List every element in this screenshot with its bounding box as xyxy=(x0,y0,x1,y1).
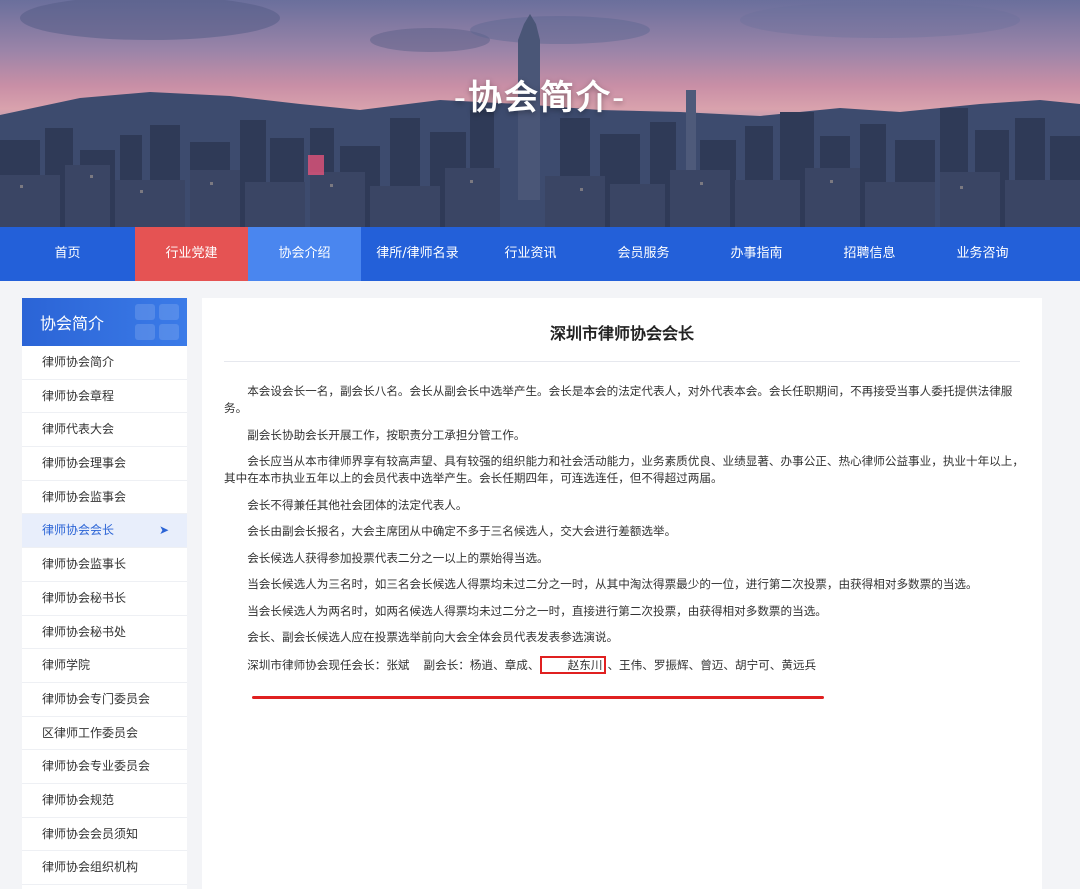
sidebar-item-secretary-general[interactable]: 律师协会秘书长 xyxy=(22,582,187,616)
banner-title: -协会简介- xyxy=(0,70,1080,119)
article-paragraph: 当会长候选人为三名时，如三名会长候选人得票均未过二分之一时，从其中淘汰得票最少的… xyxy=(247,577,978,591)
nav-item-guide[interactable]: 办事指南 xyxy=(700,227,813,281)
article-paragraph: 会长应当从本市律师界享有较高声望、具有较强的组织能力和社会活动能力，业务素质优良… xyxy=(224,454,1024,485)
sidebar-item-special-committees[interactable]: 律师协会专门委员会 xyxy=(22,683,187,717)
content-panel: 深圳市律师协会会长 本会设会长一名，副会长八名。会长从副会长中选举产生。会长是本… xyxy=(202,298,1042,889)
title-divider xyxy=(224,361,1020,362)
sidebar-item-intro[interactable]: 律师协会简介 xyxy=(22,346,187,380)
nav-item-consultation[interactable]: 业务咨询 xyxy=(926,227,1039,281)
sidebar-item-org-structure[interactable]: 律师协会组织机构 xyxy=(22,851,187,885)
sidebar-header-decoration xyxy=(135,304,181,340)
sidebar-item-regulations[interactable]: 律师协会规范 xyxy=(22,784,187,818)
article-paragraph: 会长由副会长报名，大会主席团从中确定不多于三名候选人，交大会进行差额选举。 xyxy=(247,524,677,538)
sidebar-item-congress[interactable]: 律师代表大会 xyxy=(22,413,187,448)
nav-item-home[interactable]: 首页 xyxy=(0,227,135,281)
article-paragraph: 会长候选人获得参加投票代表二分之一以上的票始得当选。 xyxy=(247,550,549,565)
sidebar-item-professional-committees[interactable]: 律师协会专业委员会 xyxy=(22,750,187,784)
nav-item-member-services[interactable]: 会员服务 xyxy=(587,227,700,281)
chevron-right-icon: ➤ xyxy=(158,523,169,538)
sidebar-title: 协会简介 xyxy=(40,314,105,333)
president-label: 深圳市律师协会现任会长：张斌 xyxy=(247,657,410,672)
sidebar-item-council[interactable]: 律师协会理事会 xyxy=(22,447,187,481)
hero-banner: -协会简介- xyxy=(0,0,1080,227)
article-paragraph: 副会长协助会长开展工作，按职责分工承担分管工作。 xyxy=(247,427,526,442)
red-underline-annotation xyxy=(252,696,824,699)
nav-item-party-building[interactable]: 行业党建 xyxy=(135,227,248,281)
sidebar-item-district-committees[interactable]: 区律师工作委员会 xyxy=(22,717,187,751)
sidebar-item-president[interactable]: 律师协会会长 ➤ xyxy=(22,514,187,549)
nav-item-recruitment[interactable]: 招聘信息 xyxy=(813,227,926,281)
article-paragraph: 当会长候选人为两名时，如两名候选人得票均未过二分之一时，直接进行第二次投票，由获… xyxy=(247,603,827,618)
sidebar-item-member-notice[interactable]: 律师协会会员须知 xyxy=(22,818,187,852)
vice-presidents-rest: 、王伟、罗振辉、曾迈、胡宁可、黄远兵 xyxy=(607,657,817,672)
banner-dash-right: - xyxy=(612,78,627,118)
article-paragraph: 会长、副会长候选人应在投票选举前向大会全体会员代表发表参选演说。 xyxy=(247,630,619,644)
main-nav: 首页 行业党建 协会介绍 律所/律师名录 行业资讯 会员服务 办事指南 招聘信息… xyxy=(0,227,1080,281)
sidebar-item-supervisory-board[interactable]: 律师协会监事会 xyxy=(22,481,187,515)
current-leaders-line: 深圳市律师协会现任会长：张斌 副会长：杨逍、章成、 赵东川 、王伟、罗振辉、曾迈、胡宁… xyxy=(224,655,1024,674)
article-paragraph: 会长不得兼任其他社会团体的法定代表人。 xyxy=(247,497,468,512)
sidebar-item-charter[interactable]: 律师协会章程 xyxy=(22,380,187,414)
article-title: 深圳市律师协会会长 xyxy=(549,324,694,343)
sidebar-item-chief-supervisor[interactable]: 律师协会监事长 xyxy=(22,548,187,582)
sidebar-item-label: 律师协会会长 xyxy=(42,523,115,538)
article-body: 本会设会长一名，副会长八名。会长从副会长中选举产生。会长是本会的法定代表人，对外… xyxy=(224,383,1024,683)
sidebar-item-secretariat[interactable]: 律师协会秘书处 xyxy=(22,616,187,650)
banner-dash-left: - xyxy=(453,78,468,118)
nav-item-industry-news[interactable]: 行业资讯 xyxy=(474,227,587,281)
article-paragraph: 本会设会长一名，副会长八名。会长从副会长中选举产生。会长是本会的法定代表人，对外… xyxy=(224,384,1013,415)
nav-item-association[interactable]: 协会介绍 xyxy=(248,227,361,281)
nav-item-lawyer-directory[interactable]: 律所/律师名录 xyxy=(361,227,474,281)
highlighted-name-box: 赵东川 xyxy=(540,655,607,674)
vice-presidents-label: 副会长：杨逍、章成、 xyxy=(423,657,540,672)
sidebar: 协会简介 律师协会简介 律师协会章程 律师代表大会 律师协会理事会 律师协会监事… xyxy=(22,298,187,889)
sidebar-header: 协会简介 xyxy=(22,298,187,346)
banner-title-text: 协会简介 xyxy=(468,78,612,118)
sidebar-item-academy[interactable]: 律师学院 xyxy=(22,649,187,683)
